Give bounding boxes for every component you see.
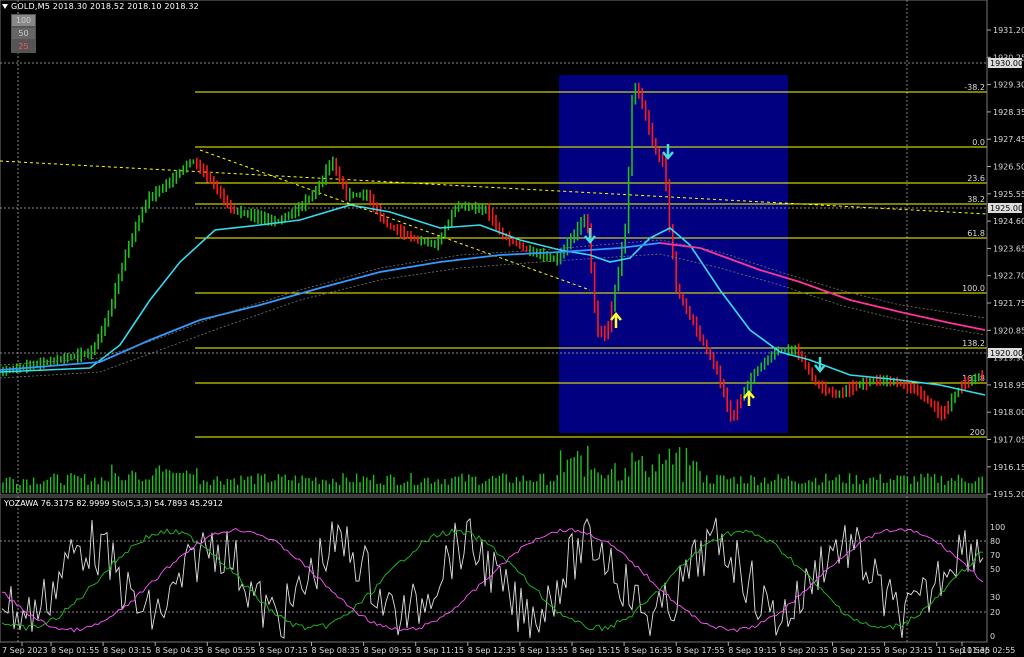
indicator-tick-label: 20 — [990, 608, 1000, 617]
time-tick-label: 8 Sep 20:35 — [780, 646, 828, 655]
time-tick-label: 8 Sep 08:35 — [312, 646, 360, 655]
price-tick-label: 1923.65 — [993, 244, 1024, 253]
fib-level-label: 38.2 — [967, 195, 985, 204]
price-tick-label: 1922.70 — [993, 272, 1024, 281]
chart-canvas[interactable]: -38.20.023.638.261.8100.0138.2161.8200 1… — [0, 0, 1024, 657]
price-tick-label: 1926.50 — [993, 163, 1024, 172]
main-chart-frame[interactable] — [0, 0, 988, 496]
time-tick-label: 8 Sep 04:35 — [155, 646, 203, 655]
fib-level-label: 138.2 — [962, 339, 985, 348]
price-tag-current-text: 1925.00 — [990, 204, 1023, 213]
price-tick-label: 1924.60 — [993, 217, 1024, 226]
price-tick-label: 1927.45 — [993, 135, 1024, 144]
time-tick-label: 8 Sep 15:15 — [572, 646, 620, 655]
price-tick-label: 1928.35 — [993, 108, 1024, 117]
price-tick-label: 1918.95 — [993, 381, 1024, 390]
time-tick-label: 8 Sep 07:15 — [259, 646, 307, 655]
price-tick-label: 1929.30 — [993, 81, 1024, 90]
time-tick-label: 8 Sep 12:35 — [468, 646, 516, 655]
time-tick-label: 8 Sep 21:55 — [833, 646, 881, 655]
symbol-header[interactable]: GOLD,M5 2018.30 2018.52 2018.10 2018.32 — [2, 2, 199, 11]
indicator-axis: 100 80 70 50 30 20 0 — [990, 523, 1005, 641]
time-tick-label: 8 Sep 03:15 — [103, 646, 151, 655]
fib-level-label: 0.0 — [972, 138, 985, 147]
time-axis[interactable]: 7 Sep 2023 8 Sep 01:55 8 Sep 03:15 8 Sep 04… — [2, 642, 1015, 655]
time-tick-label: 8 Sep 16:35 — [624, 646, 672, 655]
indicator-tick-label: 70 — [990, 551, 1000, 560]
price-tick-label: 1920.85 — [993, 326, 1024, 335]
time-tick-label: 8 Sep 11:15 — [416, 646, 464, 655]
price-tick-label: 1921.75 — [993, 299, 1024, 308]
indicator-tick-label: 0 — [990, 632, 995, 641]
price-tick-label: 1916.15 — [993, 463, 1024, 472]
indicator-tick-label: 50 — [990, 565, 1000, 574]
time-tick-label: 8 Sep 09:55 — [364, 646, 412, 655]
level-button-100[interactable]: 100 — [11, 14, 36, 27]
fib-level-label: 23.6 — [967, 174, 985, 183]
indicator-tick-label: 30 — [990, 593, 1000, 602]
time-tick-label: 7 Sep 2023 — [2, 646, 48, 655]
time-tick-label: 8 Sep 13:55 — [520, 646, 568, 655]
level-button-50[interactable]: 50 — [11, 27, 36, 40]
indicator-frame[interactable] — [0, 496, 988, 643]
fib-level-label: 61.8 — [967, 229, 985, 238]
dropdown-triangle-icon[interactable] — [2, 4, 8, 9]
price-tag-1920-text: 1920.00 — [990, 349, 1023, 358]
price-tag-1930-text: 1930.00 — [990, 59, 1023, 68]
time-tick-label: 8 Sep 01:55 — [51, 646, 99, 655]
time-tick-label: 11 Sep 02:55 — [962, 646, 1015, 655]
price-tick-label: 1917.05 — [993, 436, 1024, 445]
fib-level-label: -38.2 — [964, 83, 985, 92]
time-tick-label: 8 Sep 17:55 — [676, 646, 724, 655]
indicator-header: YOZAWA 76.3175 82.9999 Sto(5,3,3) 54.789… — [4, 499, 223, 508]
price-tick-label: 1915.20 — [993, 490, 1024, 499]
fib-level-label: 100.0 — [962, 284, 985, 293]
fib-level-label: 200 — [970, 428, 985, 437]
price-tick-label: 1925.55 — [993, 190, 1024, 199]
price-tick-label: 1918.00 — [993, 408, 1024, 417]
level-button-25[interactable]: 25 — [11, 40, 36, 53]
time-tick-label: 8 Sep 19:15 — [728, 646, 776, 655]
time-tick-label: 8 Sep 23:15 — [885, 646, 933, 655]
time-tick-label: 8 Sep 05:55 — [207, 646, 255, 655]
symbol-line: GOLD,M5 2018.30 2018.52 2018.10 2018.32 — [11, 2, 199, 11]
indicator-tick-label: 80 — [990, 537, 1000, 546]
indicator-tick-label: 100 — [990, 523, 1005, 532]
price-tick-label: 1931.20 — [993, 26, 1024, 35]
